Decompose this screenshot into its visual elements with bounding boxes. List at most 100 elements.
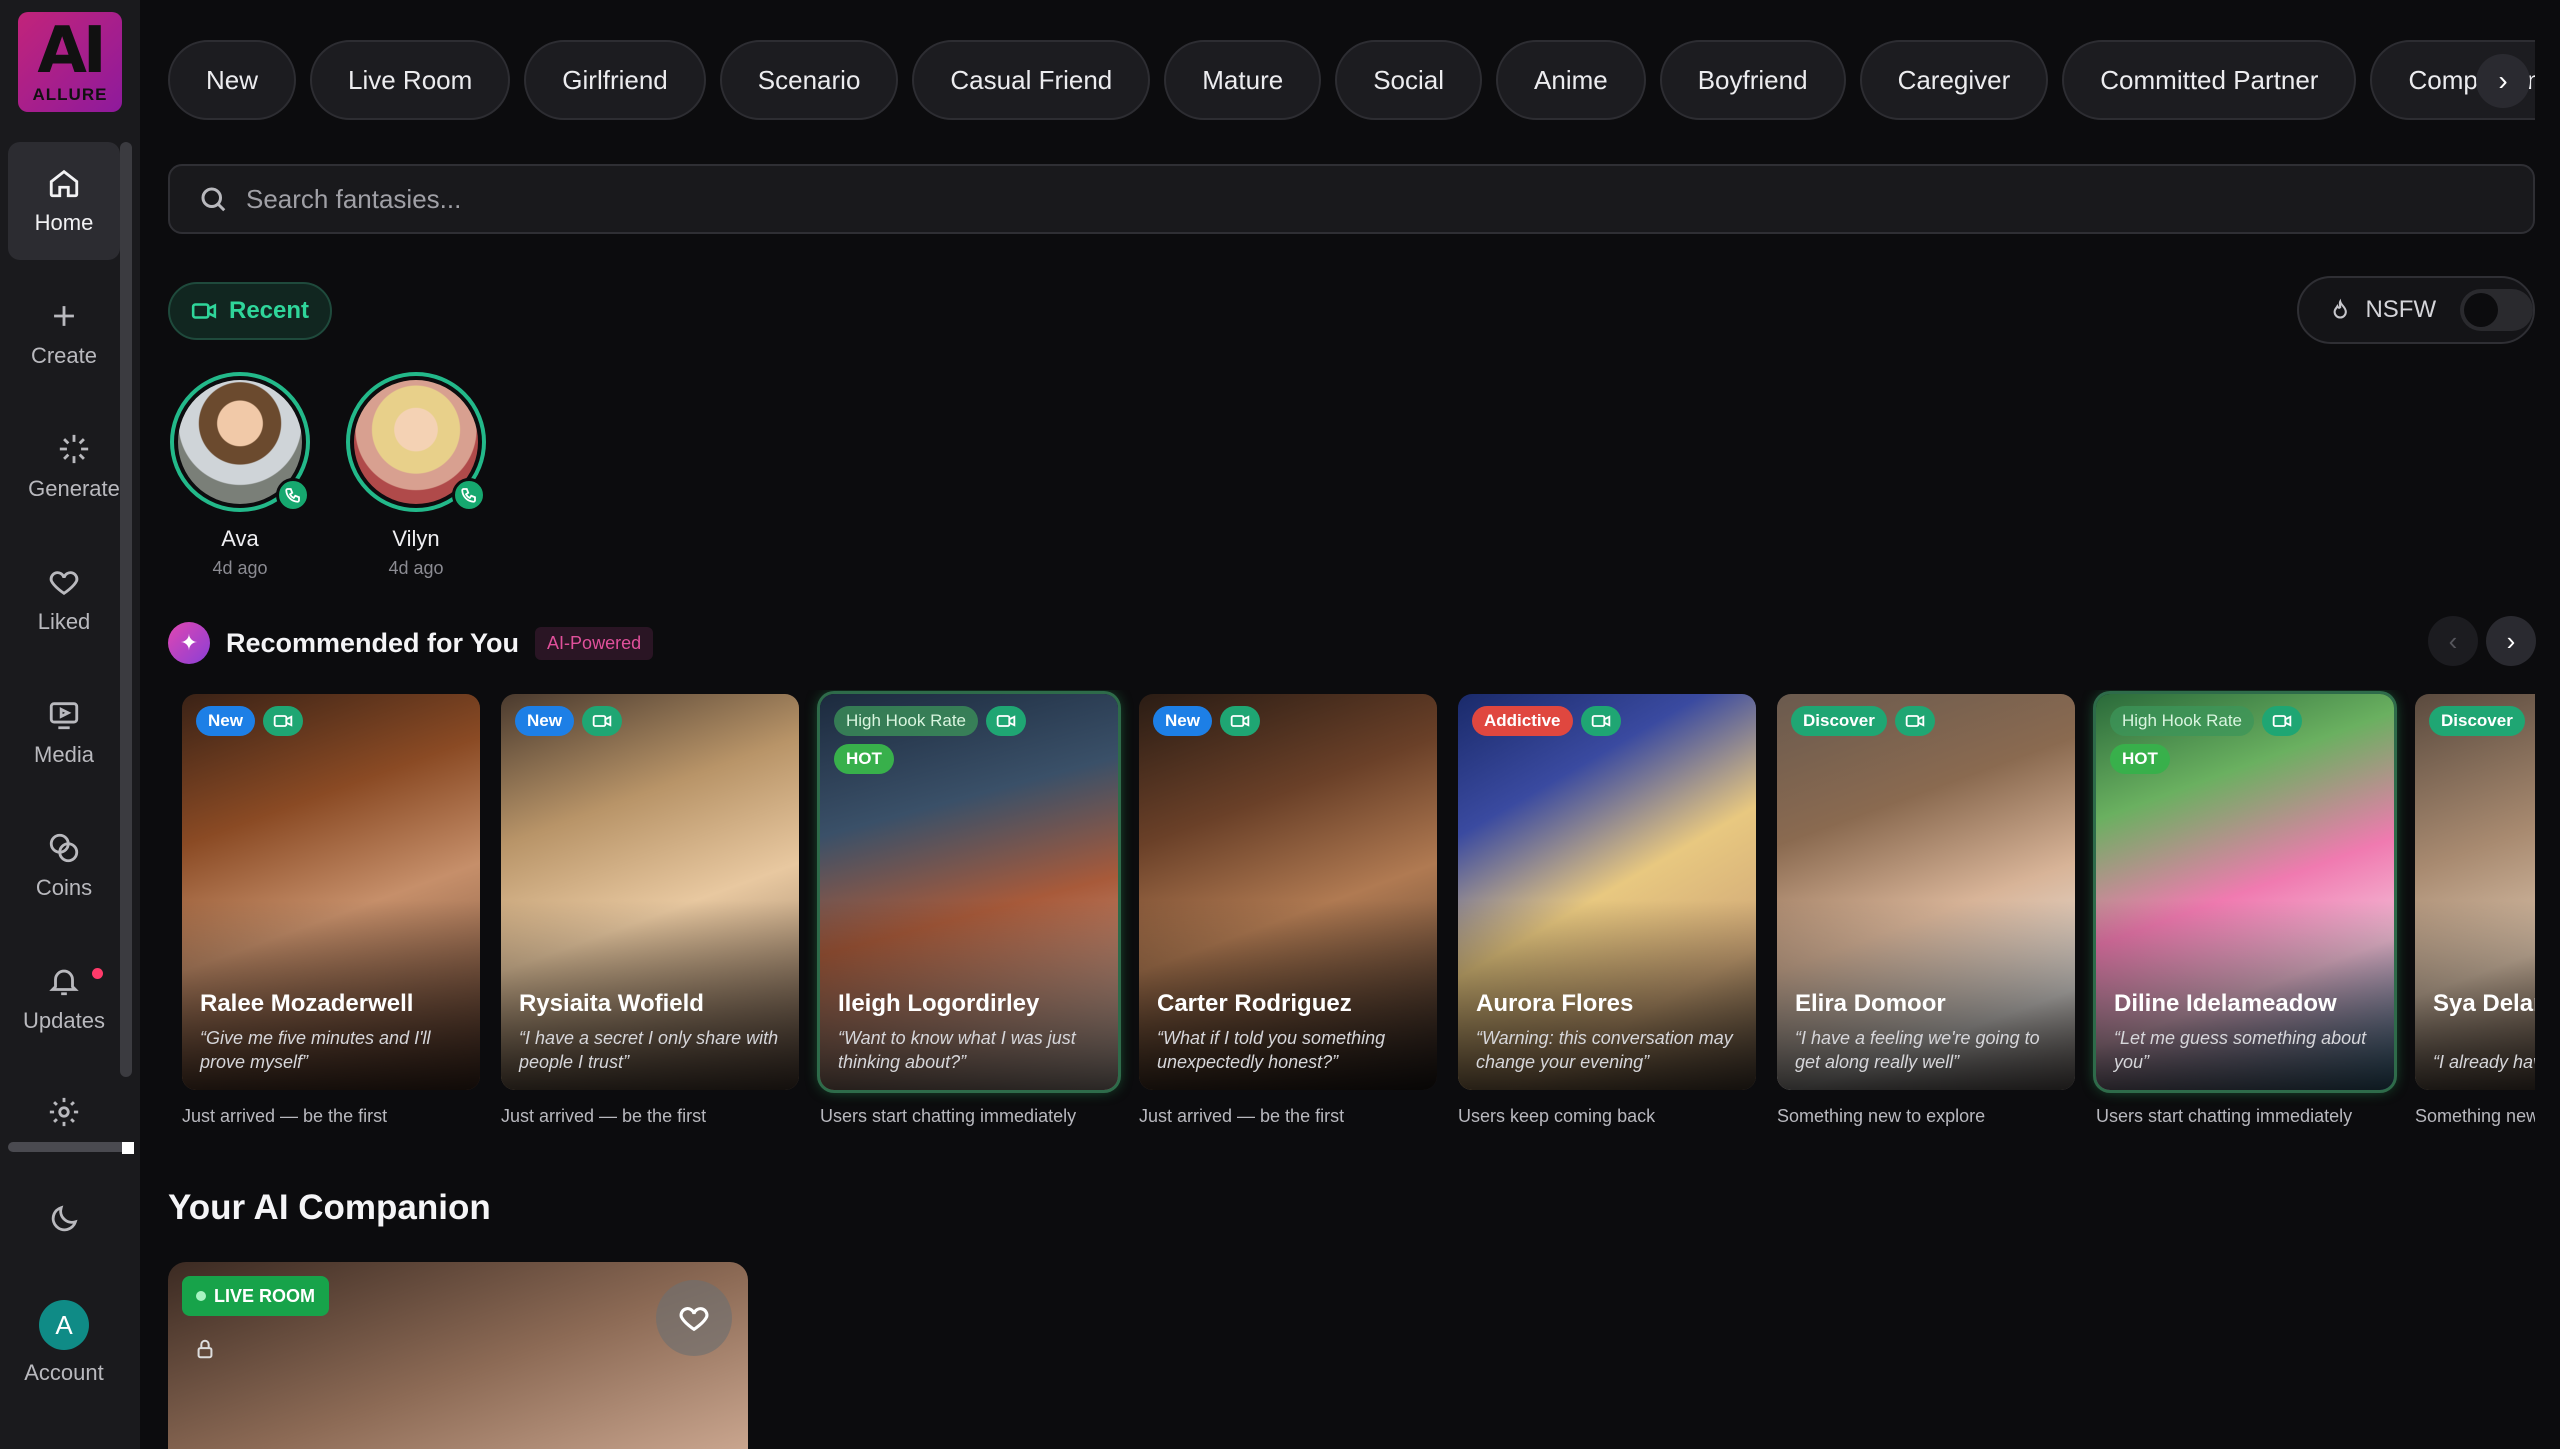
character-card[interactable]: New Carter Rodriguez “What if I told you… [1139, 694, 1437, 1127]
sidebar-item-liked[interactable]: Liked [8, 541, 120, 659]
category-chip[interactable]: Girlfriend [524, 40, 706, 120]
phone-icon[interactable] [452, 478, 486, 512]
theme-toggle-button[interactable] [8, 1184, 120, 1254]
character-card[interactable]: Discover Elira Domoor “I have a feeling … [1777, 694, 2075, 1127]
gear-icon [49, 1097, 79, 1127]
video-icon [262, 706, 303, 736]
category-chip[interactable]: Mature [1164, 40, 1322, 120]
recent-button[interactable]: Recent [168, 282, 332, 340]
companion-card[interactable]: LIVE ROOM [168, 1262, 748, 1449]
search-input[interactable] [246, 183, 2446, 215]
card-subtitle: Users start chatting immediately [820, 1106, 1077, 1126]
logo-mark: AI [37, 14, 106, 88]
nsfw-switch[interactable] [2460, 289, 2533, 331]
sidebar-item-coins[interactable]: Coins [8, 807, 120, 925]
app-logo[interactable]: AI ALLURE [18, 12, 122, 112]
status-badge: High Hook Rate [834, 706, 979, 736]
phone-icon[interactable] [276, 478, 310, 512]
card-subtitle: Users start chatting immediately [2096, 1106, 2353, 1126]
card-subtitle: Something new to explore [2415, 1106, 2535, 1126]
sidebar-item-updates[interactable]: Updates [8, 940, 120, 1058]
character-quote: “Let me guess something about you” [2114, 1028, 2367, 1072]
character-card[interactable]: New Ralee Mozaderwell “Give me five minu… [182, 694, 480, 1127]
character-card[interactable]: New Rysiaita Wofield “I have a secret I … [501, 694, 799, 1127]
category-chip[interactable]: Scenario [719, 40, 899, 120]
character-quote: “I have a feeling we're going to get alo… [1795, 1028, 2040, 1072]
category-chip[interactable]: Social [1335, 40, 1483, 120]
recent-contact[interactable]: Ava 4d ago [170, 372, 310, 579]
character-name: Sya Delane [2433, 990, 2535, 1017]
recommended-title: Recommended for You [226, 627, 520, 658]
video-icon [1580, 706, 1621, 736]
sidebar-item-label: Updates [23, 1008, 105, 1033]
section-title: Your AI Companion [168, 1188, 491, 1227]
chevron-left-icon[interactable]: ‹ [2428, 616, 2478, 666]
chevron-right-icon[interactable]: › [2476, 54, 2530, 108]
character-card[interactable]: High Hook Rate HOT Ileigh Logordirley “W… [820, 694, 1118, 1127]
card-tags: New [196, 706, 436, 736]
character-name: Rysiaita Wofield [519, 990, 704, 1017]
sidebar-item-media[interactable]: Media [8, 674, 120, 792]
favorite-button[interactable] [656, 1280, 732, 1356]
character-quote: “Give me five minutes and I'll prove mys… [200, 1028, 431, 1072]
sidebar-item-label: Account [24, 1360, 104, 1385]
hot-badge: HOT [2110, 744, 2170, 774]
category-chip[interactable]: Anime [1496, 40, 1646, 120]
status-badge: Discover [2429, 706, 2525, 736]
card-tags: New [515, 706, 755, 736]
character-image: New Carter Rodriguez “What if I told you… [1139, 694, 1437, 1090]
recent-name: Ava [221, 526, 259, 551]
sidebar-scrollbar[interactable] [120, 142, 132, 1077]
character-quote: “Want to know what I was just thinking a… [838, 1028, 1076, 1072]
recommended-carousel: New Ralee Mozaderwell “Give me five minu… [168, 690, 2535, 1140]
category-chip[interactable]: Caregiver [1859, 40, 2049, 120]
moon-icon [51, 1205, 78, 1232]
chevron-right-icon[interactable]: › [2486, 616, 2536, 666]
card-tags: High Hook Rate HOT [2110, 706, 2350, 774]
card-tags: Discover [2429, 706, 2535, 736]
status-badge: New [196, 706, 255, 736]
heart-icon [49, 571, 79, 596]
card-tags: Addictive [1472, 706, 1712, 736]
sidebar-item-generate[interactable]: Generate [18, 408, 130, 526]
card-subtitle: Users keep coming back [1458, 1106, 1656, 1126]
character-name: Ileigh Logordirley [838, 990, 1040, 1017]
character-image: Discover Elira Domoor “I have a feeling … [1777, 694, 2075, 1090]
sidebar-item-home[interactable]: Home [8, 142, 120, 260]
video-icon [191, 303, 217, 319]
nsfw-toggle[interactable]: NSFW [2297, 276, 2535, 344]
category-chip[interactable]: New [168, 40, 297, 120]
character-image: Discover Sya Delane “I already have a go… [2415, 694, 2535, 1090]
character-image: High Hook Rate HOT Diline Idelameadow “L… [2096, 694, 2394, 1090]
sidebar-item-create[interactable]: Create [8, 275, 120, 393]
character-card[interactable]: Discover Sya Delane “I already have a go… [2415, 694, 2535, 1127]
card-tags: High Hook Rate HOT [834, 706, 1074, 774]
character-name: Diline Idelameadow [2114, 990, 2337, 1017]
character-card[interactable]: High Hook Rate HOT Diline Idelameadow “L… [2096, 694, 2394, 1127]
recommended-header: ✦ Recommended for You AI-Powered [168, 622, 654, 664]
character-card[interactable]: Addictive Aurora Flores “Warning: this c… [1458, 694, 1756, 1127]
sidebar-item-label: Generate [28, 476, 120, 501]
avatar: A [39, 1300, 89, 1350]
sparkle-icon: ✦ [168, 622, 210, 664]
category-chip[interactable]: Committed Partner [2062, 40, 2357, 120]
flame-icon [2333, 298, 2347, 319]
card-tags: Discover [1791, 706, 2031, 736]
card-subtitle: Something new to explore [1777, 1106, 1986, 1126]
sidebar-item-account[interactable]: A Account [8, 1284, 120, 1402]
character-name: Carter Rodriguez [1157, 990, 1352, 1017]
sidebar-horizontal-scrollbar[interactable] [8, 1142, 134, 1154]
settings-button[interactable] [8, 1080, 120, 1144]
sidebar-item-label: Liked [37, 609, 91, 634]
coins-icon [49, 833, 79, 863]
status-badge: Discover [1791, 706, 1887, 736]
plus-icon [54, 306, 74, 326]
card-subtitle: Just arrived — be the first [501, 1106, 707, 1126]
category-chip[interactable]: Boyfriend [1659, 40, 1846, 120]
video-icon [581, 706, 622, 736]
category-chip[interactable]: Live Room [310, 40, 511, 120]
recent-contact[interactable]: Vilyn 4d ago [346, 372, 486, 579]
video-icon [986, 706, 1027, 736]
category-chip[interactable]: Casual Friend [912, 40, 1151, 120]
sidebar-item-label: Create [30, 343, 98, 368]
